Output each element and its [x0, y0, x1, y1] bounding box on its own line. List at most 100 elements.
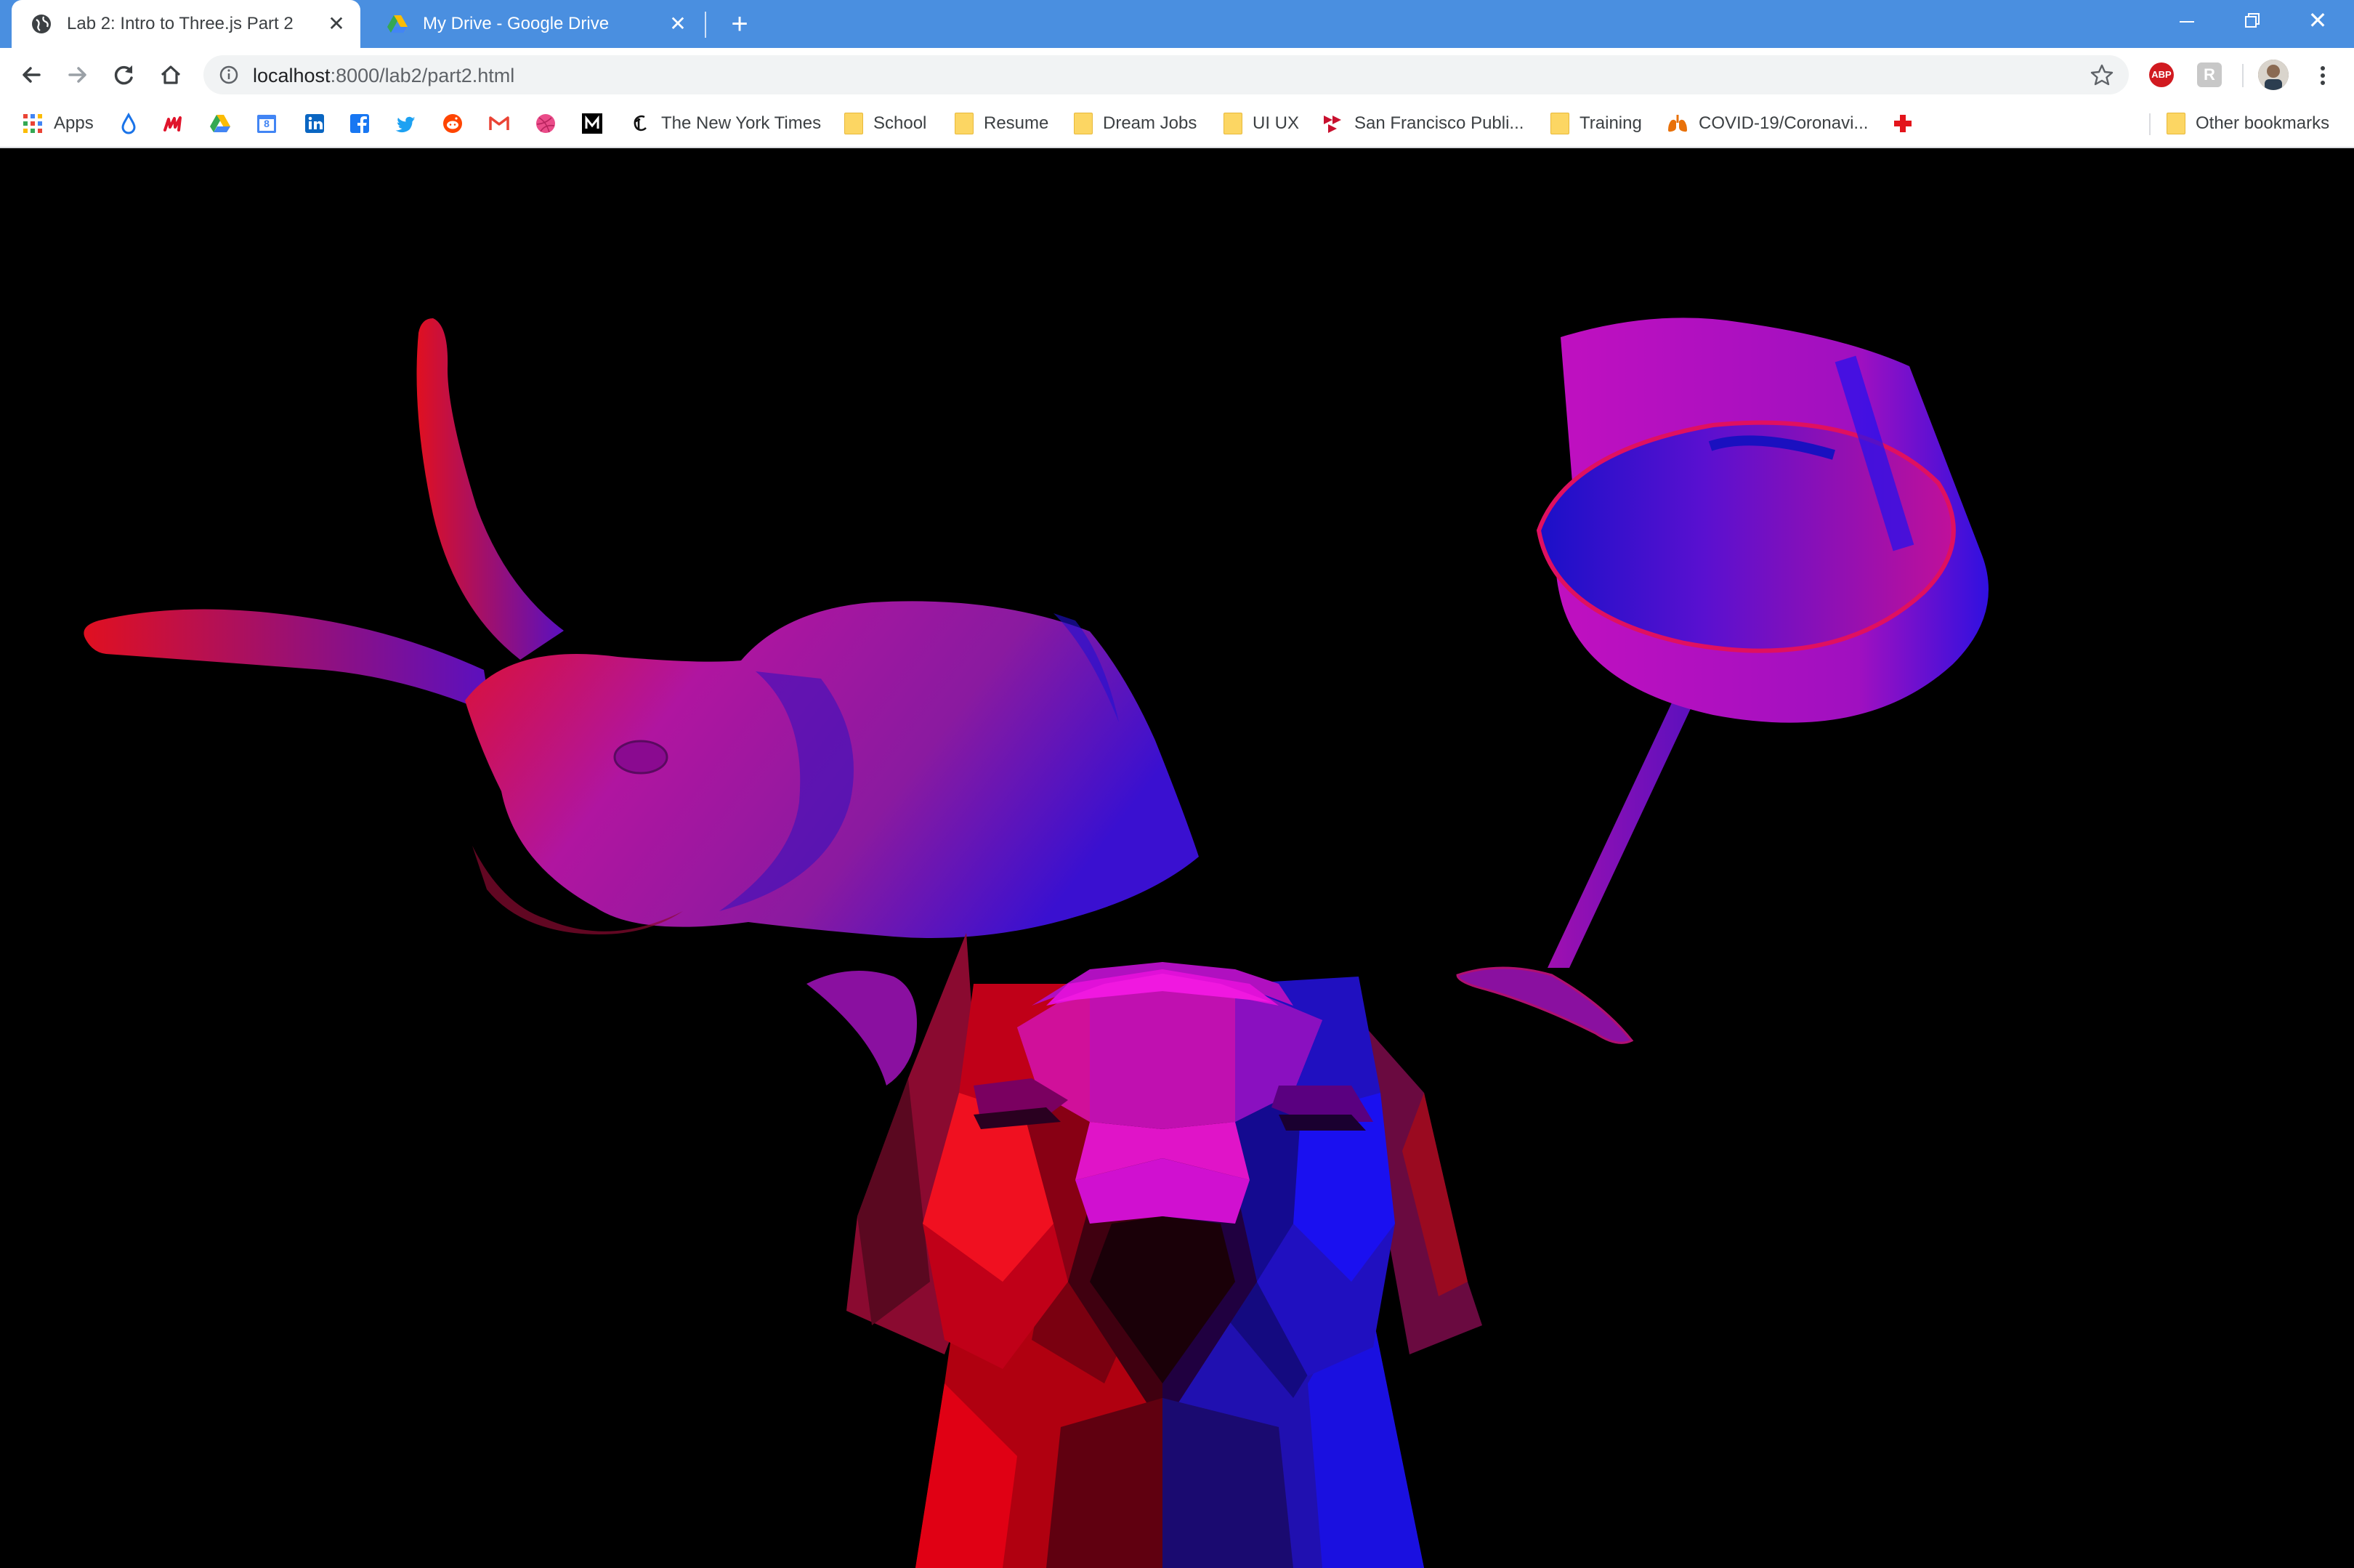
bookmark-red-cross[interactable] [1892, 102, 1914, 145]
threejs-scene[interactable] [0, 148, 2354, 1568]
close-tab-icon[interactable]: ✕ [325, 13, 347, 35]
url-host: localhost [253, 65, 331, 86]
back-arrow-icon [23, 67, 41, 83]
profile-photo [2258, 60, 2289, 90]
red-cross-icon [1894, 115, 1912, 132]
folder-icon [2167, 113, 2185, 134]
bookmark-facebook[interactable] [349, 102, 371, 145]
url-text[interactable]: localhost:8000/lab2/part2.html [253, 65, 514, 87]
water-drop-icon [121, 113, 136, 134]
restore-button[interactable] [2223, 4, 2281, 38]
bookmark-label: School [873, 113, 927, 133]
toolbar: localhost:8000/lab2/part2.html ABP R [0, 48, 2354, 102]
home-button[interactable] [153, 57, 189, 93]
tab-title: Lab 2: Intro to Three.js Part 2 [67, 14, 294, 33]
adblock-plus-icon[interactable]: ABP [2149, 62, 2174, 87]
bookmark-label: Apps [54, 113, 94, 133]
bookmark-dribbble[interactable] [535, 102, 557, 145]
avatar[interactable] [2258, 60, 2289, 90]
webgl-canvas[interactable] [0, 148, 2354, 1568]
bookmarks-bar: Apps 8 The New York Times School Resume … [0, 102, 2354, 148]
bookmark-label: The New York Times [661, 113, 822, 133]
reload-icon [114, 65, 133, 85]
bookmark-nyt[interactable]: The New York Times [629, 102, 821, 145]
forward-arrow-icon [68, 67, 86, 83]
dog-head-model [846, 933, 1482, 1568]
tab-strip: Lab 2: Intro to Three.js Part 2 ✕ My Dri… [0, 0, 2354, 48]
calendar-day: 8 [264, 118, 270, 129]
medium-icon [582, 113, 602, 134]
lamp-base [1456, 966, 1634, 1044]
bookmark-gmail[interactable] [488, 102, 510, 145]
bookmark-medium[interactable] [581, 102, 603, 145]
m-logo-icon [163, 116, 182, 132]
forward-button[interactable] [60, 57, 96, 93]
bookmarks-divider [2149, 113, 2151, 135]
extension-icon[interactable]: R [2197, 62, 2222, 87]
tab-divider [705, 12, 706, 38]
bookmark-folder-school[interactable]: School [844, 102, 926, 145]
apps-grid-icon [23, 114, 42, 133]
bookmark-google-calendar[interactable]: 8 [256, 102, 278, 145]
twitter-icon [395, 116, 415, 133]
bookmark-label: UI UX [1253, 113, 1300, 133]
toolbar-divider [2242, 64, 2244, 87]
gmail-icon [489, 116, 509, 130]
bookmark-water-drop[interactable] [118, 102, 139, 145]
bookmark-label: Resume [984, 113, 1049, 133]
bookmark-reddit[interactable] [442, 102, 464, 145]
bookmark-label: Other bookmarks [2196, 113, 2330, 133]
info-icon[interactable] [218, 64, 240, 86]
bookmark-folder-resume[interactable]: Resume [955, 102, 1048, 145]
reload-button[interactable] [106, 57, 142, 93]
bookmark-folder-ui-ux[interactable]: UI UX [1223, 102, 1299, 145]
bookmark-m[interactable] [163, 102, 185, 145]
bookmark-label: COVID-19/Coronavi... [1699, 113, 1869, 133]
bunny-foot [806, 971, 917, 1086]
address-bar[interactable]: localhost:8000/lab2/part2.html [203, 55, 2129, 94]
bookmark-linkedin[interactable] [304, 102, 325, 145]
bookmark-label: San Francisco Publi... [1354, 113, 1524, 133]
bunny-ear-back [84, 609, 492, 714]
folder-icon [955, 113, 974, 134]
reddit-icon [443, 114, 462, 133]
tab-google-drive[interactable]: My Drive - Google Drive ✕ [368, 0, 702, 48]
bookmark-covid[interactable]: COVID-19/Coronavi... [1667, 102, 1868, 145]
bookmark-folder-other[interactable]: Other bookmarks [2167, 102, 2329, 145]
kebab-menu-icon[interactable] [2310, 61, 2335, 90]
close-tab-icon[interactable]: ✕ [667, 13, 689, 35]
bookmark-folder-training[interactable]: Training [1550, 102, 1642, 145]
dog-eye-right [1279, 1115, 1366, 1131]
bookmark-folder-dream-jobs[interactable]: Dream Jobs [1074, 102, 1197, 145]
bookmark-apps[interactable]: Apps [22, 102, 94, 145]
back-button[interactable] [13, 57, 49, 93]
folder-icon [1223, 113, 1242, 134]
google-drive-icon [210, 115, 230, 132]
bookmark-twitter[interactable] [395, 102, 417, 145]
minimize-button[interactable] [2158, 4, 2216, 38]
bookmark-sf-library[interactable]: San Francisco Publi... [1322, 102, 1524, 145]
new-tab-button[interactable]: + [725, 9, 754, 39]
star-icon[interactable] [2090, 62, 2114, 87]
tab-title: My Drive - Google Drive [423, 14, 610, 33]
restore-icon [2245, 13, 2260, 28]
linkedin-icon [305, 114, 324, 133]
bookmark-google-drive[interactable] [209, 102, 231, 145]
lamp-model [1456, 318, 1989, 1044]
tab-lab2[interactable]: Lab 2: Intro to Three.js Part 2 ✕ [12, 0, 360, 48]
bookmark-label: Dream Jobs [1103, 113, 1197, 133]
dribbble-icon [536, 114, 555, 133]
minimize-icon [2180, 21, 2194, 23]
folder-icon [844, 113, 863, 134]
url-path: :8000/lab2/part2.html [330, 65, 515, 86]
globe-icon [32, 15, 51, 33]
folder-icon [1550, 113, 1569, 134]
bunny-eye [613, 740, 668, 775]
facebook-icon [350, 114, 369, 133]
folder-icon [1074, 113, 1093, 134]
home-icon [161, 65, 181, 84]
nyt-icon [634, 115, 647, 132]
bunny-ear-upright [416, 318, 564, 660]
close-window-button[interactable]: ✕ [2289, 4, 2347, 38]
sf-library-icon [1324, 116, 1341, 133]
